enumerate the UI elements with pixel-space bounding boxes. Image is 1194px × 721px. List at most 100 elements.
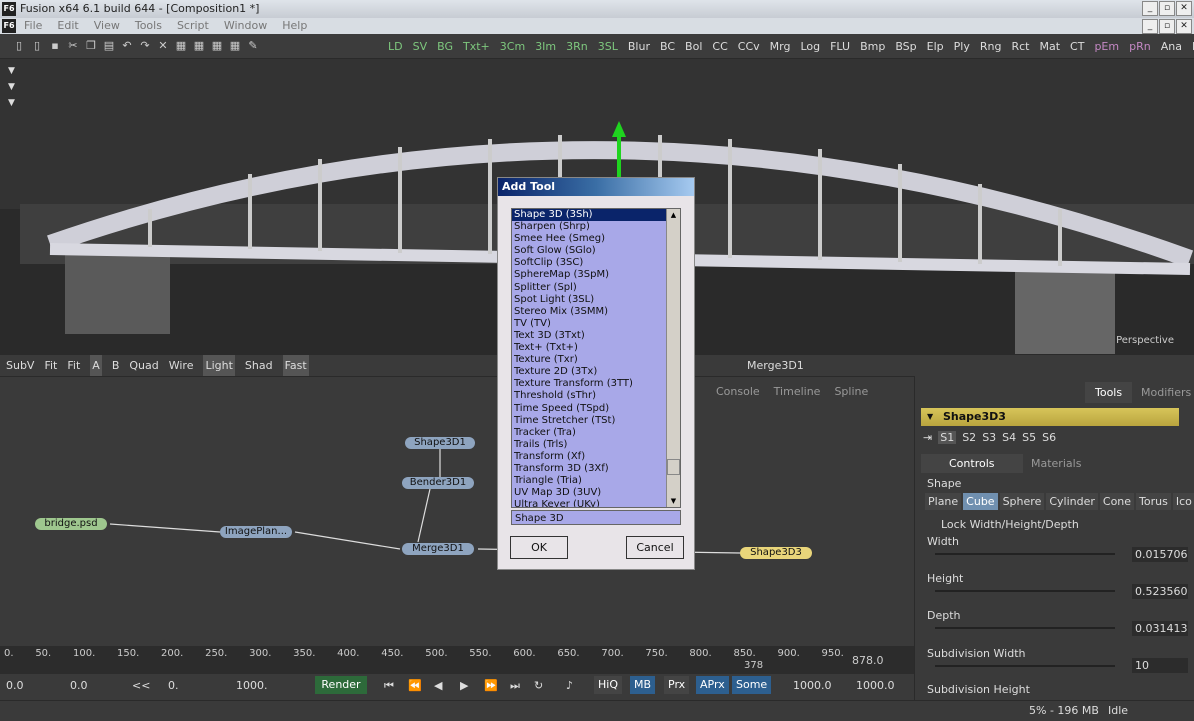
render-start[interactable]: 0.0: [70, 679, 88, 692]
slot-s1[interactable]: S1: [938, 431, 957, 444]
tool-list[interactable]: Shape 3D (3Sh) Sharpen (Shrp) Smee Hee (Sm…: [511, 208, 681, 508]
time-ruler[interactable]: 0. 50. 100. 150. 200. 250. 300. 350. 400. 450. 500…: [0, 646, 914, 674]
shape-sphere-button[interactable]: Sphere: [999, 493, 1045, 510]
width-value[interactable]: 0.015706: [1132, 547, 1188, 562]
tool-button-5[interactable]: 3Im: [530, 39, 561, 54]
height-slider[interactable]: [935, 590, 1115, 592]
doc-minimize-button[interactable]: _: [1142, 19, 1158, 34]
tool-button-17[interactable]: BSp: [890, 39, 921, 54]
scroll-thumb[interactable]: [667, 459, 680, 475]
node-imageplane[interactable]: ImagePlan...: [220, 526, 292, 538]
tool-list-item[interactable]: Text 3D (3Txt): [512, 330, 680, 342]
tool-list-item[interactable]: Texture Transform (3TT): [512, 378, 680, 390]
menu-window[interactable]: Window: [224, 18, 267, 34]
menu-edit[interactable]: Edit: [57, 18, 78, 34]
tool-search-input[interactable]: Shape 3D: [511, 510, 681, 525]
node-bridge-psd[interactable]: bridge.psd: [35, 518, 107, 530]
tool-list-item[interactable]: SphereMap (3SpM): [512, 269, 680, 281]
fast-button[interactable]: Fast: [282, 355, 309, 377]
cut-icon[interactable]: ✂: [66, 39, 80, 53]
menu-tools[interactable]: Tools: [135, 18, 162, 34]
tool-list-item[interactable]: Sharpen (Shrp): [512, 221, 680, 233]
new-icon[interactable]: ▯: [12, 39, 26, 53]
flow-editor[interactable]: Console Timeline Spline Shape3D1 Bender3…: [0, 376, 914, 646]
step-back-icon[interactable]: ⏪: [408, 679, 422, 692]
tool-list-item[interactable]: SoftClip (3SC): [512, 257, 680, 269]
layout2-icon[interactable]: ▦: [192, 39, 206, 53]
fit-button[interactable]: Fit: [44, 355, 57, 377]
node-merge3d1[interactable]: Merge3D1: [402, 543, 474, 555]
menu-help[interactable]: Help: [282, 18, 307, 34]
slot-s5[interactable]: S5: [1022, 431, 1036, 444]
layout4-icon[interactable]: ▦: [228, 39, 242, 53]
tool-list-item[interactable]: Shape 3D (3Sh): [512, 209, 680, 222]
tool-button-4[interactable]: 3Cm: [495, 39, 530, 54]
tab-materials[interactable]: Materials: [1031, 457, 1081, 470]
ok-button[interactable]: OK: [510, 536, 568, 559]
cancel-button[interactable]: Cancel: [626, 536, 684, 559]
render-button[interactable]: Render: [315, 676, 367, 694]
subdiv-width-slider[interactable]: [935, 665, 1115, 667]
play-icon[interactable]: ▶: [460, 679, 468, 692]
global-start[interactable]: 0.0: [6, 679, 24, 692]
layout3-icon[interactable]: ▦: [210, 39, 224, 53]
open-icon[interactable]: ▯: [30, 39, 44, 53]
tool-button-8[interactable]: Blur: [623, 39, 655, 54]
tool-list-item[interactable]: Triangle (Tria): [512, 475, 680, 487]
perspective-label[interactable]: Perspective: [1116, 335, 1174, 346]
shape-ico-button[interactable]: Ico: [1172, 493, 1194, 510]
tab-controls[interactable]: Controls: [921, 454, 1023, 473]
tool-list-item[interactable]: Splitter (Spl): [512, 282, 680, 294]
tool-list-item[interactable]: Text+ (Txt+): [512, 342, 680, 354]
tool-button-26[interactable]: Ana: [1156, 39, 1187, 54]
tab-tools[interactable]: Tools: [1085, 382, 1133, 403]
tool-button-20[interactable]: Rng: [975, 39, 1007, 54]
b-button[interactable]: B: [112, 355, 120, 377]
play-back-icon[interactable]: ◀: [434, 679, 442, 692]
tool-button-15[interactable]: FLU: [825, 39, 855, 54]
tool-button-13[interactable]: Mrg: [765, 39, 796, 54]
doc-close-button[interactable]: ✕: [1176, 19, 1192, 34]
viewer-tool-2-icon[interactable]: ▼: [8, 81, 20, 93]
paste-icon[interactable]: ▤: [102, 39, 116, 53]
subdiv-width-value[interactable]: 10: [1132, 658, 1188, 673]
shape-plane-button[interactable]: Plane: [925, 493, 962, 510]
redo-icon[interactable]: ↷: [138, 39, 152, 53]
light-button[interactable]: Light: [203, 355, 235, 377]
save-icon[interactable]: ▪: [48, 39, 62, 53]
prx-button[interactable]: Prx: [664, 676, 690, 694]
viewer-tool-1-icon[interactable]: ▼: [8, 65, 20, 77]
tool-button-6[interactable]: 3Rn: [561, 39, 593, 54]
tool-button-7[interactable]: 3SL: [593, 39, 623, 54]
fit2-button[interactable]: Fit: [67, 355, 80, 377]
quad-button[interactable]: Quad: [129, 355, 158, 377]
minimize-button[interactable]: _: [1142, 1, 1158, 16]
tool-button-9[interactable]: BC: [655, 39, 680, 54]
lock-checkbox-label[interactable]: Lock Width/Height/Depth: [941, 518, 1079, 531]
scroll-up-icon[interactable]: ▲: [667, 209, 680, 221]
tool-button-10[interactable]: Bol: [680, 39, 707, 54]
tab-timeline[interactable]: Timeline: [774, 385, 821, 398]
tool-list-scrollbar[interactable]: ▲ ▼: [666, 209, 680, 507]
delete-icon[interactable]: ✕: [156, 39, 170, 53]
audio-icon[interactable]: ♪: [566, 679, 573, 692]
tool-button-27[interactable]: Rs: [1187, 39, 1194, 54]
shape-cylinder-button[interactable]: Cylinder: [1046, 493, 1098, 510]
tool-button-21[interactable]: Rct: [1006, 39, 1034, 54]
tool-list-item[interactable]: Smee Hee (Smeg): [512, 233, 680, 245]
go-end-icon[interactable]: ⏭: [510, 679, 520, 693]
global-end[interactable]: 1000.0: [856, 679, 895, 692]
tool-list-item[interactable]: Time Speed (TSpd): [512, 403, 680, 415]
tool-list-item[interactable]: UV Map 3D (3UV): [512, 487, 680, 499]
depth-slider[interactable]: [935, 627, 1115, 629]
node-bender3d1[interactable]: Bender3D1: [402, 477, 474, 489]
slot-s6[interactable]: S6: [1042, 431, 1056, 444]
node-shape3d3[interactable]: Shape3D3: [740, 547, 812, 559]
width-slider[interactable]: [935, 553, 1115, 555]
tool-list-item[interactable]: Ultra Keyer (UKy): [512, 499, 680, 507]
tool-button-11[interactable]: CC: [707, 39, 732, 54]
tool-list-item[interactable]: Transform (Xf): [512, 451, 680, 463]
tool-button-12[interactable]: CCv: [733, 39, 765, 54]
shape-cube-button[interactable]: Cube: [963, 493, 998, 510]
loop-icon[interactable]: ↻: [534, 679, 543, 692]
